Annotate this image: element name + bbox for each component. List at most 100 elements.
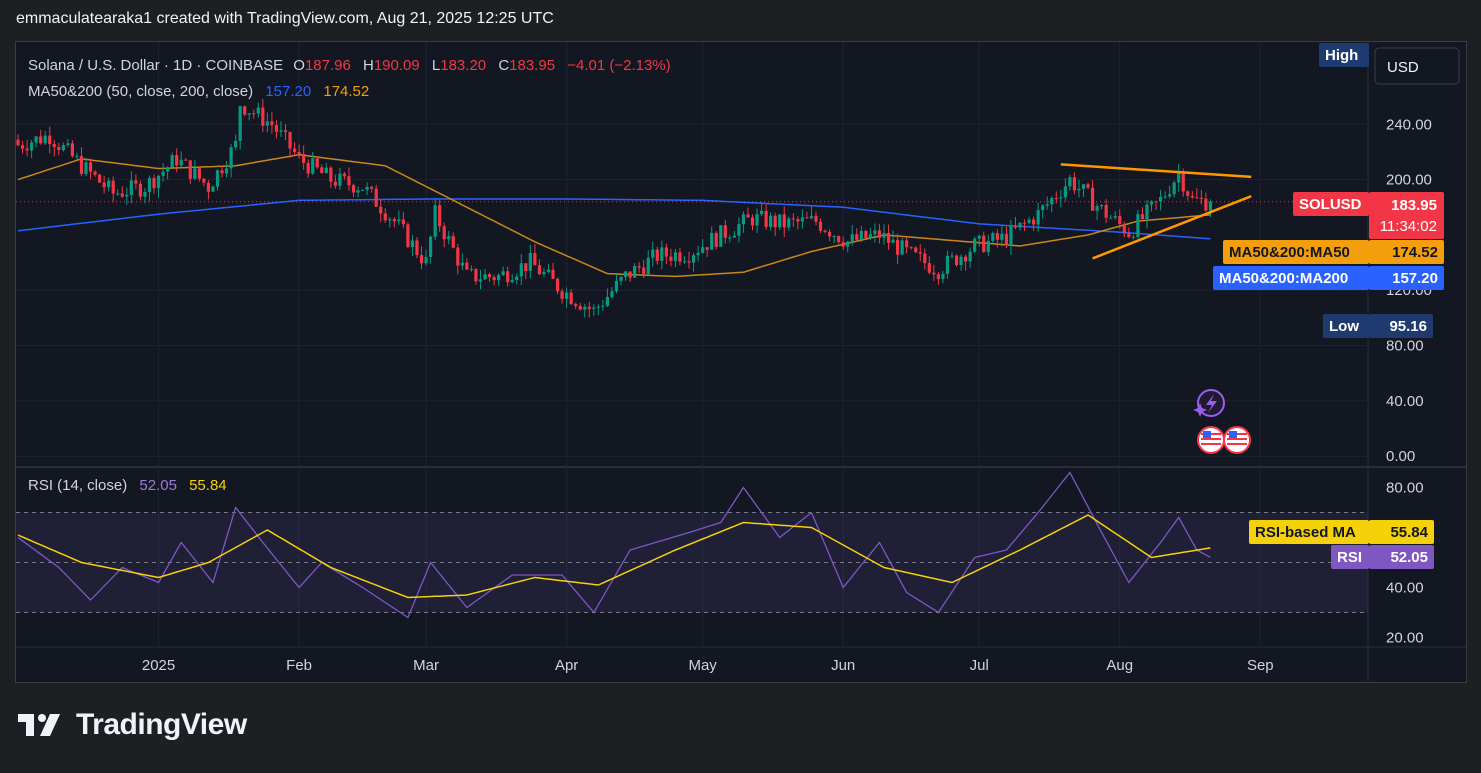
- price-tick-label: 40.00: [1386, 393, 1424, 410]
- candle-body: [886, 233, 891, 243]
- rsi-label: RSI (14, close): [28, 477, 127, 494]
- candle-body: [769, 215, 773, 227]
- chart-canvas[interactable]: 0.0040.0080.00120.00200.00240.002025 Feb M…: [16, 42, 1466, 682]
- us-flag-icon[interactable]: [1197, 426, 1225, 454]
- candle-body: [723, 225, 727, 238]
- candle-body: [1204, 198, 1208, 211]
- candle-body: [306, 162, 310, 174]
- time-tick-label: Sep: [1247, 657, 1274, 674]
- candle-body: [465, 262, 469, 270]
- ma-label: MA50&200 (50, close, 200, close): [28, 83, 253, 100]
- candle-body: [283, 130, 288, 133]
- us-flag-icon[interactable]: [1223, 426, 1251, 454]
- candle-body: [746, 214, 750, 218]
- trendline[interactable]: [1060, 163, 1252, 179]
- brand-name: TradingView: [76, 708, 247, 741]
- candle-body: [673, 252, 678, 261]
- candle-body: [147, 177, 152, 193]
- candle-body: [365, 186, 369, 190]
- candle-body: [868, 234, 872, 239]
- candle-body: [1145, 204, 1149, 219]
- tradingview-logo: TradingView: [18, 708, 247, 742]
- candle-body: [279, 130, 283, 132]
- low-value-text: 95.16: [1389, 318, 1427, 335]
- candle-body: [143, 192, 147, 197]
- candle-body: [791, 218, 795, 220]
- candle-body: [578, 306, 582, 310]
- last-price-text: 183.95: [1391, 197, 1437, 214]
- candle-body: [1118, 215, 1122, 224]
- candle-body: [714, 232, 718, 247]
- rsi-value-badge-text: 52.05: [1390, 549, 1428, 566]
- candle-body: [125, 194, 129, 197]
- candle-body: [224, 168, 229, 174]
- candle-body: [252, 113, 256, 115]
- candle-body: [954, 255, 959, 266]
- candle-body: [1113, 215, 1117, 218]
- candle-body: [528, 252, 532, 272]
- lightning-icon[interactable]: [1193, 389, 1225, 417]
- countdown-text: 11:34:02: [1380, 218, 1437, 235]
- candle-body: [324, 167, 328, 174]
- candle-body: [909, 247, 913, 249]
- candle-body: [782, 214, 786, 228]
- candle-body: [809, 215, 814, 219]
- rsi-legend: RSI (14, close) 52.05 55.84: [28, 477, 227, 494]
- time-tick-label: May: [688, 657, 717, 674]
- candle-body: [1172, 182, 1176, 195]
- candle-body: [637, 266, 641, 268]
- candle-body: [1032, 219, 1036, 225]
- chart-frame[interactable]: 0.00 40.00 80.00 120.00 200.00 240.00 2025 Feb M…: [15, 41, 1467, 683]
- candle-body: [333, 181, 337, 186]
- candle-body: [628, 271, 632, 278]
- candle-body: [1177, 172, 1181, 183]
- candle-body: [823, 230, 827, 233]
- candle-body: [873, 230, 877, 235]
- candle-body: [664, 247, 668, 257]
- time-tick-label: Jun: [831, 657, 855, 674]
- trendlines[interactable]: [1060, 163, 1252, 260]
- candle-body: [469, 268, 473, 270]
- candle-body: [370, 186, 374, 189]
- candle-body: [895, 239, 900, 255]
- candle-body: [1154, 201, 1158, 203]
- candle-body: [737, 224, 741, 236]
- ma200-path: [17, 198, 1211, 240]
- candle-body: [116, 193, 120, 195]
- candle-body: [415, 240, 419, 256]
- candle-body: [1009, 225, 1013, 246]
- candle-body: [864, 230, 868, 239]
- rsi-ma-legend-value: 55.84: [189, 477, 227, 494]
- candle-body: [583, 306, 587, 310]
- candle-body: [98, 174, 102, 183]
- currency-button[interactable]: USD: [1374, 47, 1460, 85]
- candle-body: [1027, 219, 1031, 223]
- candle-body: [682, 261, 687, 263]
- candle-body: [1195, 197, 1199, 199]
- price-tick-label: 240.00: [1386, 116, 1432, 133]
- candle-body: [859, 230, 863, 240]
- candle-body: [728, 237, 732, 239]
- price-tick-label: 0.00: [1386, 448, 1415, 465]
- candle-body: [487, 274, 492, 278]
- candle-body: [986, 240, 990, 252]
- candle-body: [959, 256, 963, 266]
- candle-body: [506, 271, 510, 283]
- ma200-value-badge: 157.20: [1369, 266, 1444, 290]
- candle-body: [642, 267, 646, 274]
- candle-body: [651, 249, 655, 258]
- candle-body: [1140, 214, 1145, 219]
- candle-body: [170, 155, 174, 168]
- candle-body: [524, 263, 528, 272]
- candle-body: [877, 230, 882, 238]
- candle-body: [447, 236, 451, 240]
- candle-body: [1086, 184, 1090, 188]
- candle-body: [229, 147, 233, 169]
- candle-body: [837, 236, 841, 243]
- price-tick-label: 200.00: [1386, 172, 1432, 189]
- candle-body: [1168, 194, 1172, 197]
- candle-body: [623, 271, 628, 277]
- candle-body: [1158, 196, 1163, 202]
- chart-credit: emmaculatearaka1 created with TradingVie…: [16, 10, 554, 27]
- candle-body: [773, 215, 777, 228]
